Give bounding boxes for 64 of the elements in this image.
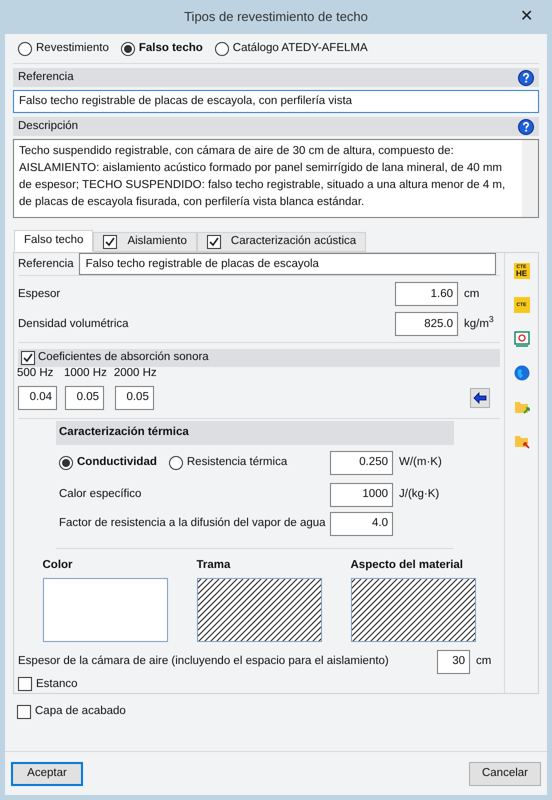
tab[interactable]: Caracterización acústica <box>196 232 366 252</box>
checkbox[interactable] <box>21 350 35 365</box>
checkbox[interactable] <box>17 705 31 719</box>
frequency-label: 500 Hz <box>17 366 54 382</box>
number-field[interactable]: 0.05 <box>65 386 104 410</box>
section-title: Caracterización térmica <box>59 424 189 440</box>
help-icon[interactable] <box>518 118 534 134</box>
field-label: Espesor de la cámara de aire (incluyendo el espacio para el aislamiento) <box>18 654 390 670</box>
number-field[interactable]: 0.250 <box>330 450 393 474</box>
unit-label: J/(kg·K) <box>398 486 440 502</box>
hatch-pattern-swatch[interactable] <box>196 578 322 642</box>
swatch-label: Aspecto del material <box>350 558 464 572</box>
section-title: Referencia <box>18 70 74 85</box>
number-field[interactable]: 1.60 <box>395 282 458 306</box>
radio-option[interactable]: Revestimiento <box>18 40 109 58</box>
unit-label: cm <box>475 654 492 670</box>
number-field[interactable]: 1000 <box>330 482 393 506</box>
section-title: Coeficientes de absorción sonora <box>38 350 209 366</box>
radio-option[interactable]: Catálogo ATEDY-AFELMA <box>214 40 368 58</box>
description-field[interactable] <box>13 139 539 218</box>
certificate-icon[interactable] <box>514 331 530 347</box>
frequency-label: 2000 Hz <box>114 366 157 382</box>
radio-option[interactable]: Conductividad <box>59 454 157 472</box>
checkbox-label: Capa de acabado <box>35 704 126 720</box>
folder-export-icon[interactable] <box>514 433 530 449</box>
unit-label: W/(m·K) <box>398 454 443 470</box>
field-label: Densidad volumétrica <box>18 316 130 332</box>
dialog-button[interactable]: Aceptar <box>11 762 83 786</box>
number-field[interactable]: 0.04 <box>18 386 57 410</box>
unit-label: cm <box>463 286 480 302</box>
number-field[interactable]: 30 <box>437 650 470 674</box>
close-button[interactable]: ✕ <box>520 5 533 29</box>
checkbox[interactable] <box>18 677 32 692</box>
left-arrow-icon <box>473 392 487 404</box>
color-swatch[interactable] <box>42 578 168 642</box>
description-text: Techo suspendido registrable, con cámara de aire de 30 cm de altura, compuesto de: AISLAMIENTO: aislamiento acústico formado por panel semirrígido de lana mineral, de 40 mm de espesor; TECHO SUSPENDIDO: falso techo registrable, situado a una altura menor de 4 m, de placas de escayola fisurada, con perfilería vista blanca estándar. <box>18 144 506 210</box>
swatch-label: Trama <box>196 558 232 572</box>
radio-option[interactable]: Falso techo <box>120 40 203 58</box>
checkbox[interactable] <box>103 235 118 249</box>
globe-icon[interactable] <box>514 365 530 381</box>
number-field[interactable]: 825.0 <box>395 312 458 336</box>
field-label: Espesor <box>18 286 62 302</box>
checkbox[interactable] <box>206 235 221 249</box>
hatch-pattern-swatch[interactable] <box>350 578 476 642</box>
window-title: Tipos de revestimiento de techo <box>184 8 368 26</box>
unit-label: kg/m$^{3}$ <box>463 316 495 332</box>
number-field[interactable]: 0.05 <box>114 386 154 410</box>
checkbox-label: Estanco <box>36 676 78 692</box>
dialog-button[interactable]: Cancelar <box>469 762 541 786</box>
arrow-button[interactable] <box>470 388 490 408</box>
swatch-label: Color <box>42 558 74 572</box>
reference-field[interactable]: Falso techo registrable de placas de escayola, con perfilería vista <box>13 90 539 113</box>
tab[interactable]: Falso techo <box>14 230 94 252</box>
help-icon[interactable] <box>518 70 534 86</box>
number-field[interactable]: 4.0 <box>330 512 393 536</box>
reference-field[interactable]: Falso techo registrable de placas de escayola <box>78 253 496 276</box>
tab[interactable]: Aislamiento <box>93 232 197 252</box>
field-label: Factor de resistencia a la difusión del vapor de agua <box>59 516 327 531</box>
folder-import-icon[interactable] <box>514 399 530 415</box>
field-label: Calor específico <box>59 486 142 502</box>
field-label: Referencia <box>18 256 74 272</box>
section-title: Descripción <box>18 118 78 134</box>
radio-option[interactable]: Resistencia térmica <box>168 454 288 472</box>
frequency-label: 1000 Hz <box>64 366 107 382</box>
